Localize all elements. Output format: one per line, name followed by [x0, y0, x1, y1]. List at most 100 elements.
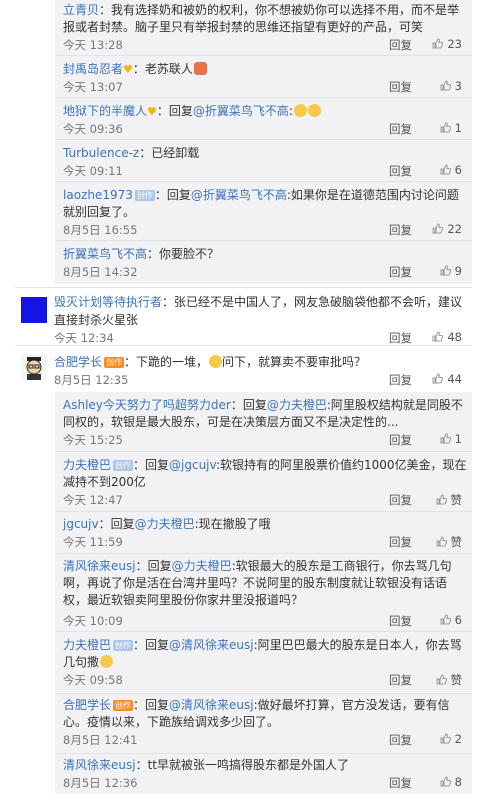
like-button[interactable]: 2 [440, 732, 462, 746]
mention-link[interactable]: @折翼菜鸟飞不高 [191, 188, 287, 202]
comment-divider [15, 287, 472, 288]
thumb-up-icon [432, 373, 444, 384]
reply-button[interactable]: 回复 [389, 79, 412, 95]
like-button[interactable]: 8 [440, 775, 462, 789]
like-count: 6 [454, 163, 462, 177]
reply-button[interactable]: 回复 [389, 330, 412, 346]
thumb-up-icon [436, 494, 447, 505]
comment-time: 8月5日 12:35 [54, 373, 129, 387]
like-count: 2 [454, 732, 462, 746]
like-count: 1 [454, 432, 462, 446]
like-count: 1 [454, 121, 462, 135]
comment-username[interactable]: 合肥学长 [54, 355, 102, 369]
mention-link[interactable]: @清风徐来eusj [169, 698, 254, 712]
reply-button[interactable]: 回复 [389, 264, 412, 280]
reply-username[interactable]: 力夫橙巴 [63, 458, 111, 472]
mention-link[interactable]: @力夫橙巴 [135, 517, 195, 531]
reply-username[interactable]: laozhe1973 [63, 188, 133, 202]
reply-item: 地狱下的半魔人♥：回复@折翼菜鸟飞不高: 今天 09:36 回复 1 [63, 103, 472, 136]
emoji-icon [100, 655, 114, 668]
reply-button[interactable]: 回复 [389, 121, 412, 137]
reply-time: 8月5日 14:32 [63, 265, 138, 279]
reply-button[interactable]: 回复 [389, 732, 412, 748]
reply-time: 8月5日 12:36 [63, 776, 138, 790]
reply-username[interactable]: 力夫橙巴 [63, 638, 111, 652]
divider [55, 55, 472, 56]
divider [55, 553, 472, 554]
reply-time: 今天 09:11 [63, 164, 123, 178]
emoji-icon [307, 104, 321, 117]
like-button[interactable]: 1 [440, 432, 462, 446]
like-button[interactable]: 6 [440, 613, 462, 627]
reply-username[interactable]: 折翼菜鸟飞不高 [63, 247, 147, 261]
reply-item: laozhe1973 创作 ：回复@折翼菜鸟飞不高:如果你是在道德范围内讨论问题 就… [63, 187, 472, 237]
like-count: 6 [454, 613, 462, 627]
avatar[interactable] [21, 354, 47, 380]
reply-text-2: 心。疫情以来，下跪族给调戏多少回了。 [63, 715, 280, 729]
divider [55, 753, 472, 754]
like-button[interactable]: 赞 [436, 672, 462, 688]
reply-text: ：回复 [230, 398, 267, 412]
like-button[interactable]: 9 [440, 264, 462, 278]
reply-button[interactable]: 回复 [389, 672, 412, 688]
comment-item: 毁灭计划等待执行者：张已经不是中国人了，网友急破脑袋他都不会听，建议 直接封杀火… [54, 293, 472, 345]
mention-link[interactable]: @折翼菜鸟飞不高 [193, 104, 289, 118]
like-button[interactable]: 赞 [436, 492, 463, 508]
comment-text: ：张已经不是中国人了，网友急破脑袋他都不会听，建议 [162, 295, 463, 309]
like-button[interactable]: 1 [440, 121, 462, 135]
like-button[interactable]: 6 [440, 163, 462, 177]
like-button[interactable]: 23 [432, 37, 462, 51]
reply-item: 清风徐来eusj：tt早就被张一鸣搞得股东都是外国人了 8月5日 12:36 回… [63, 757, 472, 790]
divider [55, 631, 472, 632]
reply-button[interactable]: 回复 [389, 775, 412, 791]
like-button[interactable]: 3 [440, 79, 462, 93]
reply-text: ：你要脸不？ [147, 247, 220, 261]
reply-button[interactable]: 回复 [389, 372, 412, 388]
reply-username[interactable]: Ashley今天努力了吗超努力der [63, 398, 231, 412]
avatar[interactable] [21, 297, 47, 323]
reply-username[interactable]: 清风徐来eusj [63, 559, 136, 573]
divider [55, 693, 472, 694]
reply-time: 今天 13:28 [63, 38, 123, 52]
reply-text-after: :软银最大的股东是工商银行，你去骂几句 [231, 559, 452, 573]
reply-username[interactable]: 立青贝 [63, 3, 99, 17]
like-count: 赞 [450, 493, 463, 507]
comment-divider [15, 345, 472, 346]
like-button[interactable]: 44 [432, 372, 462, 386]
reply-text-2: 啊，再说了你是活在台湾井里吗？不说阿里的股东制度就让软银没有话语 [63, 576, 448, 590]
like-button[interactable]: 22 [432, 222, 462, 236]
mention-link[interactable]: @清风徐来eusj [169, 638, 254, 652]
emoji-icon [293, 104, 307, 117]
reply-text-after: :如果你是在道德范围内讨论问题 [286, 188, 459, 202]
like-count: 23 [447, 37, 462, 51]
emoji-icon [209, 355, 223, 368]
divider [55, 511, 472, 512]
reply-button[interactable]: 回复 [389, 163, 412, 179]
reply-button[interactable]: 回复 [389, 222, 412, 238]
reply-text: ：老苏联人 [132, 62, 193, 76]
emoji-icon [193, 62, 207, 75]
reply-username[interactable]: jgcujv [63, 517, 99, 531]
reply-text: ：已经卸载 [139, 146, 200, 160]
reply-username[interactable]: 地狱下的半魔人 [63, 104, 147, 118]
reply-username[interactable]: Turbulence-z [63, 146, 139, 160]
reply-item: Ashley今天努力了吗超努力der：回复@力夫橙巴:阿里股权结构就是同股不 同… [63, 397, 472, 447]
like-button[interactable]: 赞 [436, 534, 462, 550]
reply-button[interactable]: 回复 [389, 492, 412, 508]
reply-text-2: 同权的，软银是最大股东，可是在决策层方面又不是决定性的... [63, 415, 399, 429]
reply-button[interactable]: 回复 [389, 432, 412, 448]
reply-text: ：回复 [133, 698, 170, 712]
reply-button[interactable]: 回复 [389, 613, 412, 629]
reply-username[interactable]: 清风徐来eusj [63, 758, 136, 772]
reply-username[interactable]: 封禹岛忍者 [63, 62, 123, 76]
mention-link[interactable]: @jgcujv [169, 458, 216, 472]
comment-text-2: 直接封杀火星张 [54, 313, 139, 327]
comment-username[interactable]: 毁灭计划等待执行者 [54, 295, 162, 309]
reply-item: 力夫橙巴 创作 ：回复@清风徐来eusj:阿里巴巴最大的股东是日本人，你去骂 几句撒… [63, 637, 472, 687]
reply-button[interactable]: 回复 [389, 534, 412, 550]
reply-button[interactable]: 回复 [389, 37, 412, 53]
mention-link[interactable]: @力夫橙巴 [172, 559, 232, 573]
like-button[interactable]: 48 [432, 330, 462, 344]
mention-link[interactable]: @力夫橙巴 [267, 398, 327, 412]
reply-username[interactable]: 合肥学长 [63, 698, 111, 712]
